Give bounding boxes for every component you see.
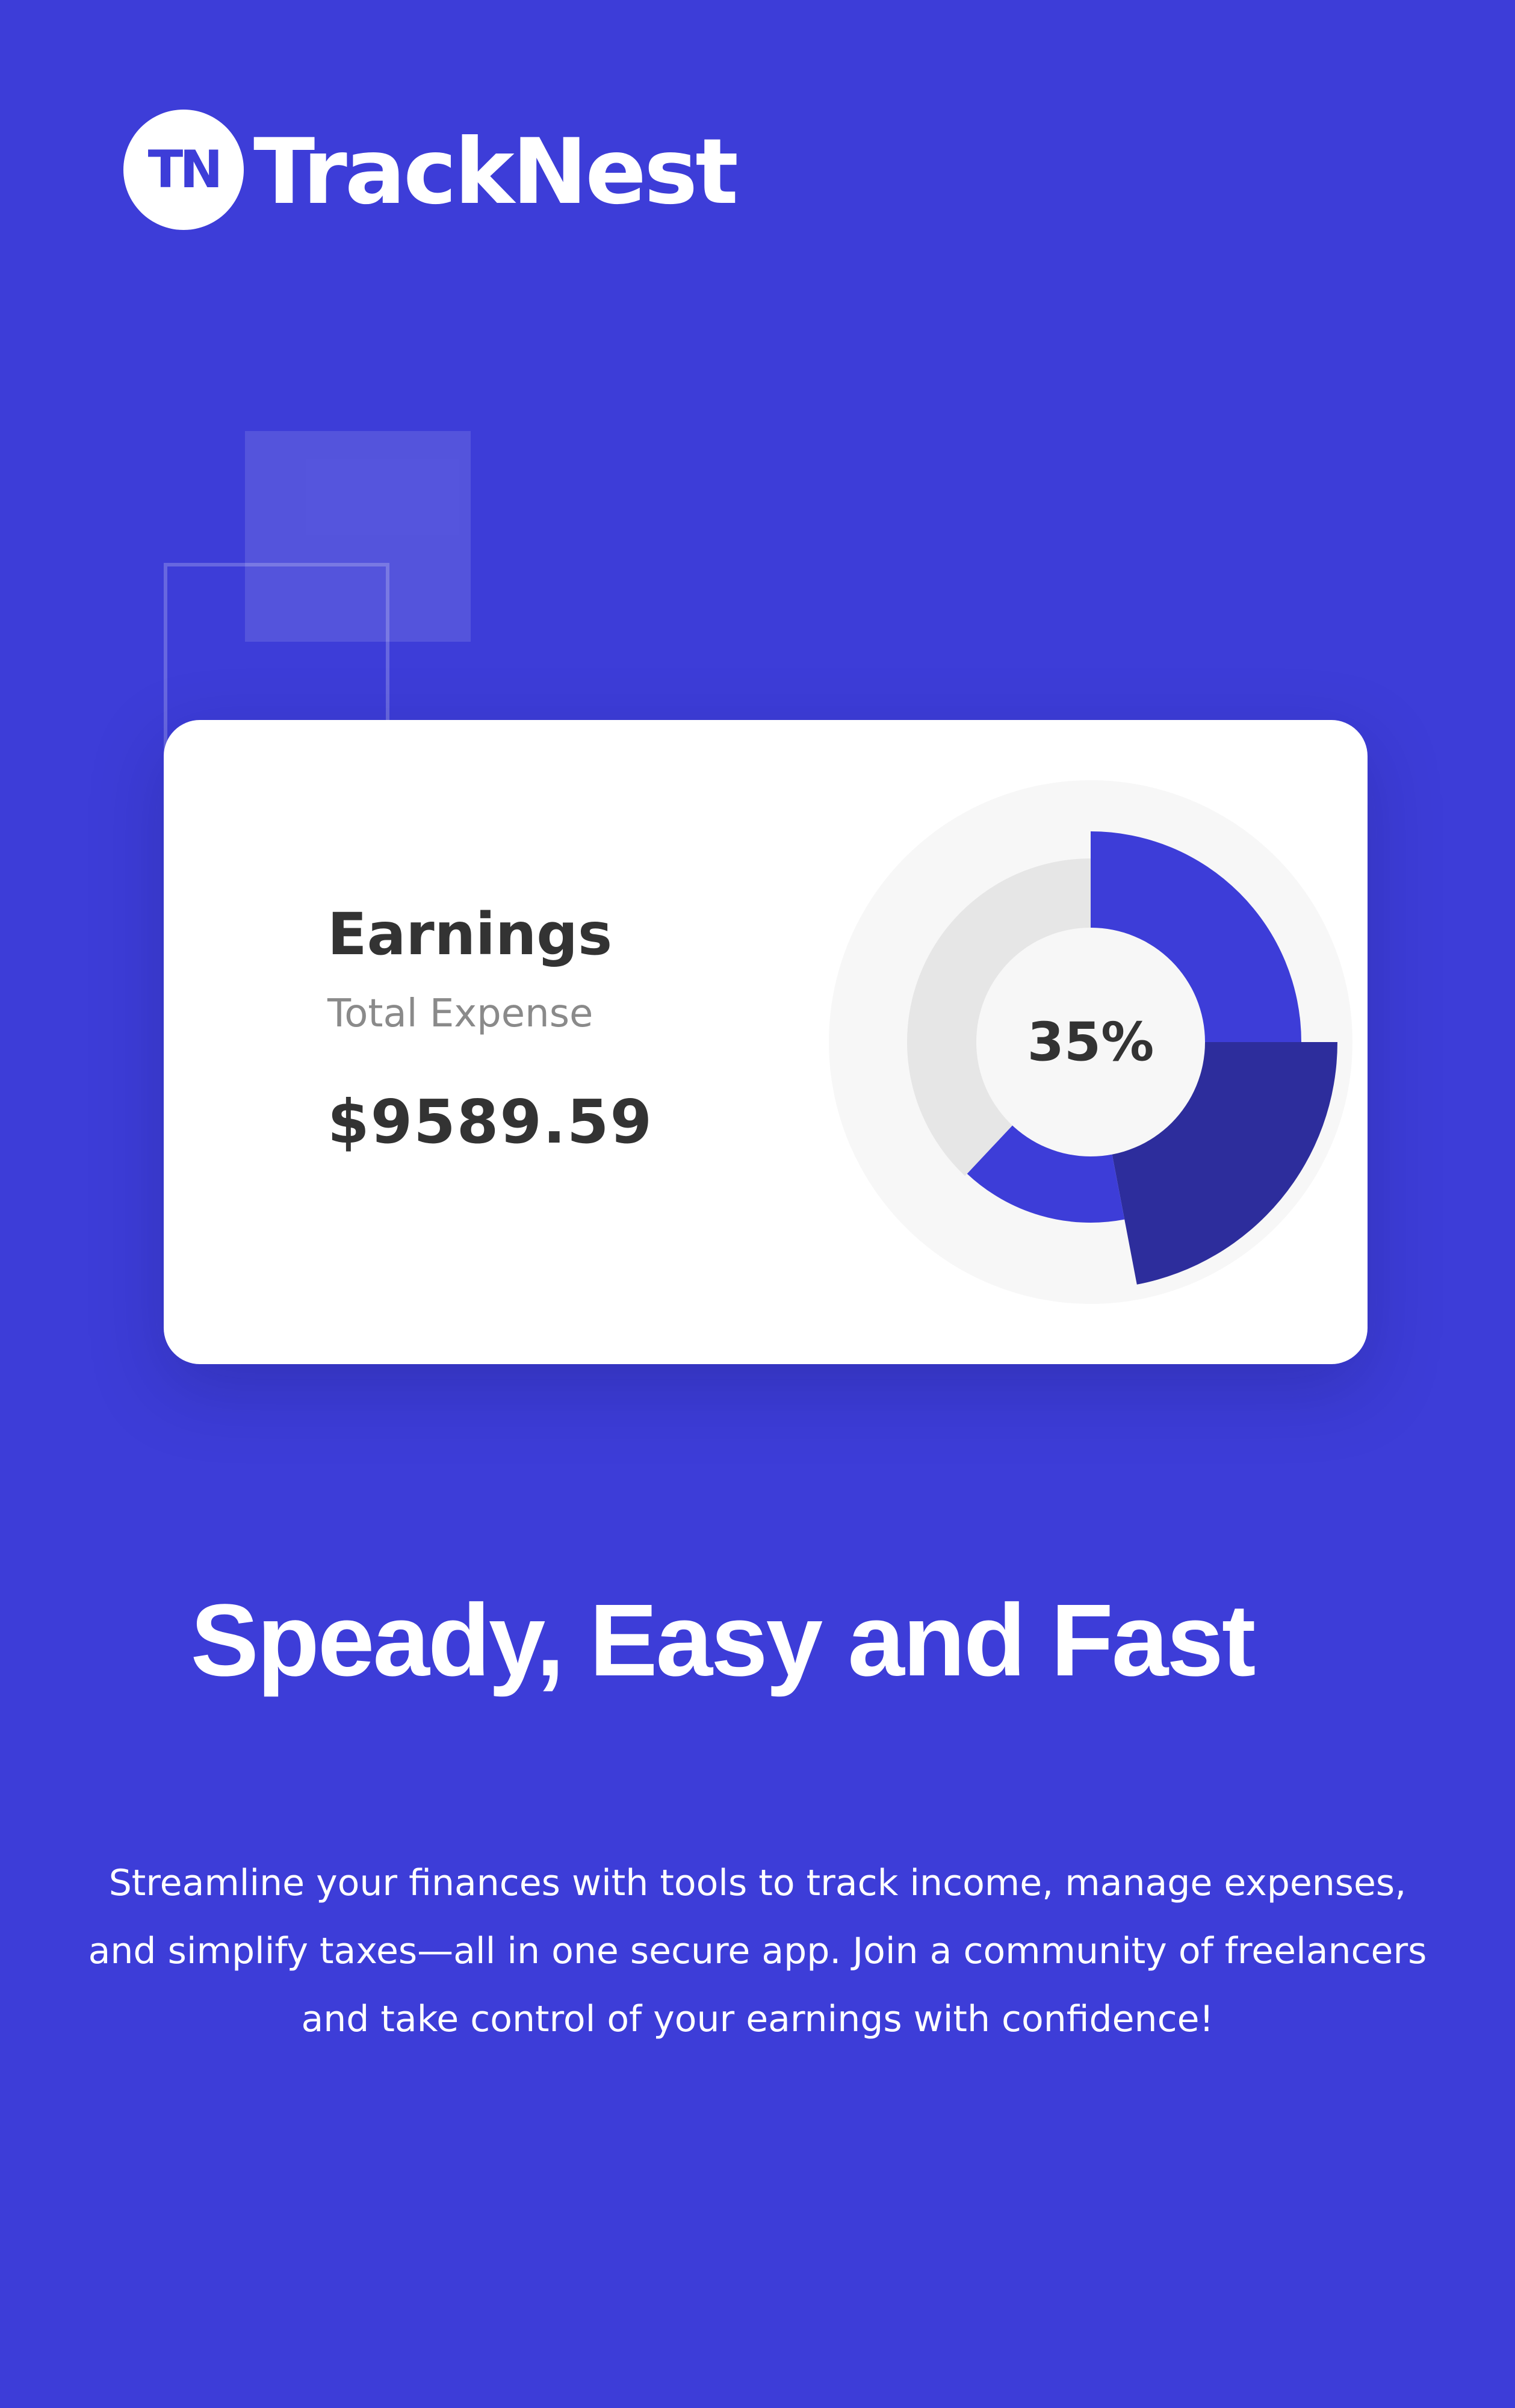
page-description: Streamline your finances with tools to t…	[88, 1862, 1427, 2040]
promo-page: TN TrackNest Earnings Total Expense $958…	[0, 0, 1515, 2408]
logo-mark-icon: TN	[123, 110, 244, 230]
page-headline: Speady, Easy and Fast	[190, 1583, 1256, 1698]
brand-name: TrackNest	[253, 120, 739, 225]
card-subtitle: Total Expense	[327, 991, 593, 1036]
earnings-card: Earnings Total Expense $9589.59 35%	[164, 720, 1368, 1364]
earnings-amount: $9589.59	[327, 1087, 654, 1157]
donut-svg: 35%	[829, 780, 1352, 1304]
card-title: Earnings	[327, 901, 613, 968]
donut-center-label: 35%	[1027, 1011, 1154, 1073]
expense-donut-chart: 35%	[817, 768, 1365, 1316]
brand-logo: TN TrackNest	[123, 110, 739, 230]
